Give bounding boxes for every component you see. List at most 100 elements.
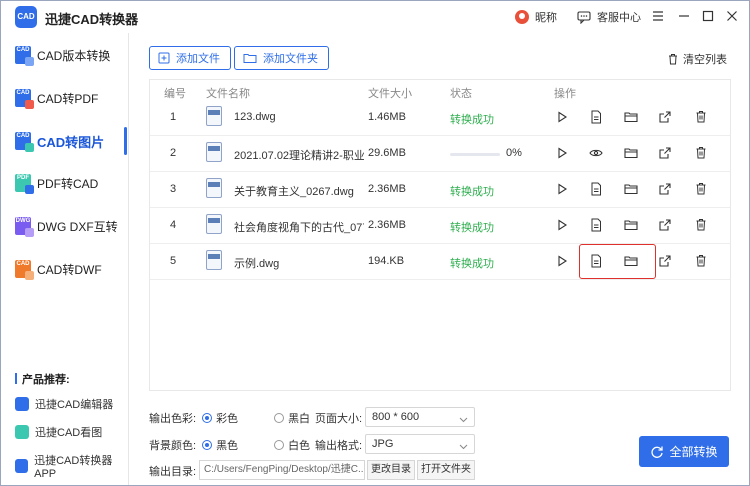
open-folder-icon-button[interactable] [623, 110, 639, 126]
view-button[interactable] [588, 218, 604, 234]
play-icon [556, 218, 568, 234]
table-row[interactable]: 3 关于教育主义_0267.dwg 2.36MB 转换成功 [150, 172, 730, 208]
output-color-setting: 输出色彩: 彩色 黑白 [149, 410, 326, 426]
view-button[interactable] [588, 110, 604, 126]
sidebar-item-dwg-dxf[interactable]: DWG DWG DXF互转 [1, 208, 129, 244]
header-ops: 操作 [554, 88, 576, 100]
table-header: 编号 文件名称 文件大小 状态 操作 [150, 80, 730, 102]
play-button[interactable] [554, 182, 570, 198]
row-number: 1 [170, 111, 177, 123]
file-size: 194.KB [368, 255, 405, 267]
change-dir-button[interactable]: 更改目录 [367, 460, 415, 480]
delete-button[interactable] [693, 254, 709, 270]
share-button[interactable] [657, 182, 673, 198]
share-button[interactable] [657, 146, 673, 162]
page-size-select[interactable]: 800 * 600 [365, 407, 475, 427]
table-row[interactable]: 2 2021.07.02理论精讲2-职业... 29.6MB 0% [150, 136, 730, 172]
play-button[interactable] [554, 146, 570, 162]
share-button[interactable] [657, 110, 673, 126]
table-row[interactable]: 1 123.dwg 1.46MB 转换成功 [150, 100, 730, 136]
share-button[interactable] [657, 254, 673, 270]
cad-image-icon: CAD [15, 132, 34, 152]
trash-icon [695, 110, 707, 126]
user-nickname[interactable]: 昵称 [515, 9, 557, 25]
radio-label: 黑白 [288, 413, 311, 425]
sidebar-item-cad-pdf[interactable]: CAD CAD转PDF [1, 80, 129, 116]
radio-icon [202, 413, 213, 423]
file-size: 29.6MB [368, 147, 406, 159]
bg-option-white[interactable]: 白色 [274, 437, 310, 453]
row-number: 4 [170, 219, 177, 231]
chat-icon [577, 10, 591, 24]
sidebar-item-label: CAD转DWF [37, 262, 102, 277]
clear-list-label: 清空列表 [683, 54, 727, 66]
output-dir-label: 输出目录: [149, 466, 197, 478]
play-button[interactable] [554, 254, 570, 270]
open-folder-icon-button[interactable] [623, 146, 639, 162]
radio-icon [274, 440, 285, 450]
preview-eye-icon [589, 147, 603, 162]
share-icon [659, 218, 671, 234]
chevron-down-icon [459, 412, 468, 430]
dwg-file-icon [206, 106, 222, 126]
output-dir-field[interactable]: C:/Users/FengPing/Desktop/迅捷C... [199, 460, 365, 480]
radio-icon [202, 440, 213, 450]
service-center[interactable]: 客服中心 [577, 9, 641, 25]
sidebar-item-label: DWG DXF互转 [37, 219, 118, 234]
output-format-select[interactable]: JPG [365, 434, 475, 454]
bg-option-black[interactable]: 黑色 [202, 437, 238, 453]
recommend-item-viewer[interactable]: 迅捷CAD看图 [15, 424, 102, 440]
recommend-item-editor[interactable]: 迅捷CAD编辑器 [15, 396, 113, 412]
file-name: 123.dwg [234, 111, 276, 123]
view-button[interactable] [588, 182, 604, 198]
play-button[interactable] [554, 218, 570, 234]
open-folder-icon-button[interactable] [623, 182, 639, 198]
file-size: 2.36MB [368, 183, 406, 195]
add-folder-button[interactable]: 添加文件夹 [234, 46, 329, 70]
sidebar-item-label: CAD转图片 [37, 134, 105, 150]
close-button[interactable] [723, 7, 741, 25]
sidebar-item-cad-dwf[interactable]: CAD CAD转DWF [1, 251, 129, 287]
color-option-bw[interactable]: 黑白 [274, 410, 310, 426]
color-option-color[interactable]: 彩色 [202, 410, 238, 426]
pdf-cad-icon: PDF [15, 174, 34, 194]
avatar-icon [515, 10, 529, 24]
page-size-value: 800 * 600 [372, 411, 420, 423]
row-number: 5 [170, 255, 177, 267]
maximize-button[interactable] [699, 7, 717, 25]
row-number: 3 [170, 183, 177, 195]
recommend-label: 迅捷CAD编辑器 [35, 399, 114, 411]
add-file-button[interactable]: 添加文件 [149, 46, 231, 70]
sidebar-item-pdf-cad[interactable]: PDF PDF转CAD [1, 165, 129, 201]
table-row[interactable]: 4 社会角度视角下的古代_0771... 2.36MB 转换成功 [150, 208, 730, 244]
open-folder-button[interactable]: 打开文件夹 [417, 460, 475, 480]
play-icon [556, 254, 568, 270]
share-button[interactable] [657, 218, 673, 234]
page-size-label: 页面大小: [315, 413, 363, 425]
recommend-item-app[interactable]: 迅捷CAD转换器APP [15, 452, 128, 480]
view-button[interactable] [588, 146, 604, 162]
delete-button[interactable] [693, 218, 709, 234]
play-button[interactable] [554, 110, 570, 126]
radio-label: 白色 [288, 440, 311, 452]
file-name: 社会角度视角下的古代_0771... [234, 222, 364, 234]
clear-list-button[interactable]: 清空列表 [667, 51, 727, 67]
open-folder-icon-button[interactable] [623, 218, 639, 234]
status-text: 转换成功 [450, 114, 494, 126]
file-name: 示例.dwg [234, 258, 280, 270]
sidebar-item-cad-image[interactable]: CAD CAD转图片 [1, 123, 129, 159]
play-icon [556, 146, 568, 162]
play-icon [556, 110, 568, 126]
dwg-file-icon [206, 178, 222, 198]
delete-button[interactable] [693, 146, 709, 162]
delete-button[interactable] [693, 182, 709, 198]
delete-button[interactable] [693, 110, 709, 126]
radio-label: 黑色 [216, 440, 239, 452]
progress-percent: 0% [506, 147, 522, 159]
bg-color-label: 背景颜色: [149, 440, 197, 452]
sidebar-item-cad-version[interactable]: CAD CAD版本转换 [1, 37, 129, 73]
bg-color-setting: 背景颜色: 黑色 白色 [149, 437, 326, 453]
convert-all-button[interactable]: 全部转换 [639, 436, 729, 467]
minimize-button[interactable] [675, 7, 693, 25]
menu-button[interactable] [649, 7, 667, 25]
